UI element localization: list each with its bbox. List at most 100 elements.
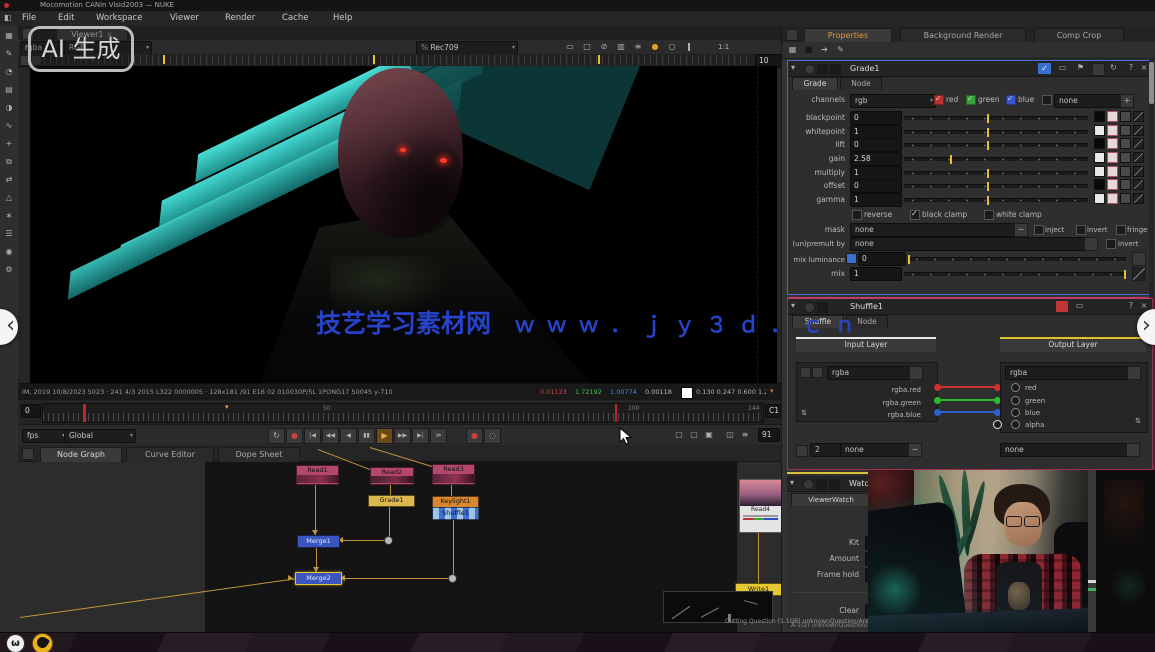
prev-keyframe-button[interactable]: ◀◀ xyxy=(322,428,339,444)
screen-icon[interactable]: ▭ xyxy=(1056,62,1069,74)
list-icon[interactable]: ≡ xyxy=(739,429,751,441)
input-button[interactable] xyxy=(812,367,823,378)
input-button[interactable] xyxy=(909,366,923,380)
colorwheel-swatch[interactable] xyxy=(1107,166,1118,177)
invert-checkbox[interactable] xyxy=(1076,225,1086,235)
store-checkbox-icon[interactable]: ✓ xyxy=(1038,63,1051,74)
step-back-button[interactable]: ◀ xyxy=(340,428,357,444)
goto-end-button[interactable]: ≫ xyxy=(430,428,447,444)
brush-icon[interactable]: ✎ xyxy=(834,44,847,56)
menu-file[interactable]: File xyxy=(22,13,36,23)
loop-button[interactable]: ● xyxy=(466,428,483,444)
mask-icon[interactable]: ○ xyxy=(665,41,679,53)
panel-menu-icon[interactable] xyxy=(22,448,34,460)
ram-icon[interactable]: ▥ xyxy=(614,41,628,53)
image-icon[interactable]: ▦ xyxy=(0,30,18,42)
channel-toggle[interactable] xyxy=(1120,193,1131,204)
colorwheel-swatch[interactable] xyxy=(1107,152,1118,163)
transform-icon[interactable]: ⇄ xyxy=(0,174,18,186)
colorwheel-swatch[interactable] xyxy=(1107,111,1118,122)
premult-button[interactable] xyxy=(1084,237,1098,251)
fringe-checkbox[interactable] xyxy=(1116,225,1126,235)
tab-grade[interactable]: Grade xyxy=(792,77,838,90)
window-dot-icon[interactable] xyxy=(4,3,9,8)
menu-help[interactable]: Help xyxy=(333,13,352,23)
output2-button[interactable] xyxy=(1126,443,1140,457)
channel-toggle[interactable] xyxy=(1120,125,1131,136)
multiply-swatches[interactable] xyxy=(1094,166,1150,177)
panel-scrollbar[interactable] xyxy=(1149,58,1154,298)
add-channel-button[interactable]: + xyxy=(1120,94,1134,108)
curve-button[interactable] xyxy=(1133,125,1144,136)
pause-button[interactable]: ▮▮ xyxy=(358,428,375,444)
whitepoint-field[interactable]: 1 xyxy=(850,125,902,139)
blank-button[interactable] xyxy=(1092,63,1105,76)
gain-field[interactable]: 2.58 xyxy=(850,152,902,166)
menu-cache[interactable]: Cache xyxy=(282,13,308,23)
color-icon[interactable]: ◑ xyxy=(0,102,18,114)
mix-field[interactable]: 1 xyxy=(850,267,902,281)
color-swatch[interactable] xyxy=(1094,138,1105,149)
curve-button[interactable] xyxy=(1133,166,1144,177)
mix-luminance-button[interactable] xyxy=(1132,252,1146,266)
node-dot[interactable] xyxy=(448,574,457,583)
blackpoint-swatches[interactable] xyxy=(1094,111,1150,122)
layout-b-icon[interactable]: ▢ xyxy=(688,429,700,441)
menu-viewer[interactable]: Viewer xyxy=(170,13,199,23)
threed-icon[interactable]: △ xyxy=(0,192,18,204)
viewer-colorspace-dropdown[interactable]: % Rec709 xyxy=(416,41,518,55)
color-swatch[interactable] xyxy=(1094,125,1105,136)
curve-button[interactable] xyxy=(1133,179,1144,190)
scrollbar-thumb[interactable] xyxy=(1149,62,1154,104)
keyer-icon[interactable]: + xyxy=(0,138,18,150)
deep-icon[interactable]: ☰ xyxy=(0,228,18,240)
blackpoint-field[interactable]: 0 xyxy=(850,111,902,125)
curve-button[interactable] xyxy=(1133,152,1144,163)
mix-slider[interactable] xyxy=(904,272,1126,276)
layout-a-icon[interactable]: ▢ xyxy=(673,429,685,441)
reverse-checkbox[interactable] xyxy=(852,210,862,220)
blue-checkbox[interactable] xyxy=(1006,95,1016,105)
fps-dropdown[interactable]: fps xyxy=(22,429,68,443)
premult-invert-checkbox[interactable] xyxy=(1106,239,1116,249)
zebra-icon[interactable]: ⊘ xyxy=(597,41,611,53)
node-merge1[interactable]: Merge1 xyxy=(297,535,340,548)
fold-icon[interactable]: ▾ xyxy=(791,62,795,74)
tab-properties[interactable]: Properties xyxy=(804,28,892,43)
node-shuffle[interactable]: Shuffle1 xyxy=(432,507,479,520)
screen-icon[interactable]: ▭ xyxy=(1073,300,1086,312)
output-button[interactable] xyxy=(1127,366,1141,380)
colorwheel-swatch[interactable] xyxy=(1107,179,1118,190)
inject-checkbox[interactable] xyxy=(1034,225,1044,235)
input2-minus-button[interactable]: − xyxy=(908,443,922,457)
revert-icon[interactable]: ↻ xyxy=(1107,62,1120,74)
layout-grid-icon[interactable]: ▦ xyxy=(786,44,799,56)
timeline-start-field[interactable]: 0 xyxy=(21,404,41,418)
tab-dope-sheet[interactable]: Dope Sheet xyxy=(218,447,300,462)
views-icon[interactable]: ◉ xyxy=(0,246,18,258)
curve-button[interactable] xyxy=(1133,193,1144,204)
white-clamp-checkbox[interactable] xyxy=(984,210,994,220)
particles-icon[interactable]: ∗ xyxy=(0,210,18,222)
gamma-field[interactable]: 1 xyxy=(850,193,902,207)
keyframe-button[interactable] xyxy=(846,253,857,264)
node-read2[interactable]: Read2 xyxy=(370,467,414,485)
color-swatch[interactable] xyxy=(1094,111,1105,122)
tab-comp-crop[interactable]: Comp Crop xyxy=(1034,28,1124,43)
curve-button[interactable] xyxy=(1133,111,1144,122)
swatch-icon[interactable]: ■ xyxy=(802,44,815,56)
gain-swatches[interactable] xyxy=(1094,152,1150,163)
close-icon[interactable]: × xyxy=(1139,62,1149,74)
colorwheel-swatch[interactable] xyxy=(1107,138,1118,149)
frame-counter[interactable]: 91 xyxy=(758,428,780,442)
viewer-zoom-label[interactable]: 1:1 xyxy=(718,43,729,51)
split-view-icon[interactable]: ◫ xyxy=(724,429,736,441)
layout-c-icon[interactable]: ▣ xyxy=(703,429,715,441)
color-swatch[interactable] xyxy=(1094,152,1105,163)
node-read1[interactable]: Read1 xyxy=(296,465,339,485)
input2-layer-dropdown[interactable]: none xyxy=(840,443,918,457)
color-swatch[interactable] xyxy=(1094,166,1105,177)
curve-button[interactable] xyxy=(1133,138,1144,149)
menu-render[interactable]: Render xyxy=(225,13,255,23)
blue-radio[interactable] xyxy=(1011,408,1020,417)
